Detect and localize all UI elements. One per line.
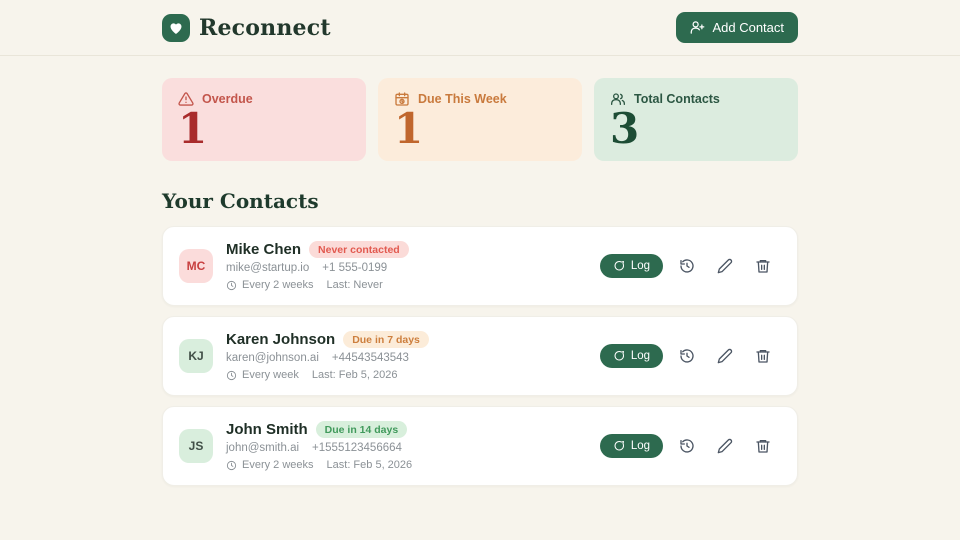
pencil-icon — [717, 438, 733, 454]
contact-email: karen@johnson.ai — [226, 352, 319, 364]
add-contact-button[interactable]: Add Contact — [676, 12, 798, 43]
status-badge: Never contacted — [309, 241, 409, 258]
contact-card-karen-johnson: KJ Karen Johnson Due in 7 days karen@joh… — [162, 316, 798, 396]
contact-email: mike@startup.io — [226, 262, 310, 274]
stat-label: Due This Week — [418, 92, 507, 106]
app-title: Reconnect — [199, 14, 331, 41]
contact-last: Last: Never — [326, 279, 383, 291]
contact-name: John Smith — [226, 421, 308, 438]
stat-card-due-this-week: Due This Week 1 — [378, 78, 582, 161]
history-button[interactable] — [673, 252, 701, 280]
trash-icon — [755, 348, 771, 364]
delete-button[interactable] — [749, 432, 777, 460]
contact-list: MC Mike Chen Never contacted mike@startu… — [162, 226, 798, 486]
pencil-icon — [717, 348, 733, 364]
stat-label: Overdue — [202, 92, 253, 106]
history-button[interactable] — [673, 432, 701, 460]
trash-icon — [755, 258, 771, 274]
contact-phone: +1 555-0199 — [322, 262, 388, 274]
stat-label: Total Contacts — [634, 92, 720, 106]
log-button[interactable]: Log — [599, 434, 663, 458]
contact-last: Last: Feb 5, 2026 — [326, 459, 413, 471]
history-button[interactable] — [673, 342, 701, 370]
contacts-section-heading: Your Contacts — [162, 189, 319, 213]
delete-button[interactable] — [749, 252, 777, 280]
contact-email: john@smith.ai — [226, 442, 300, 454]
log-button-label: Log — [630, 260, 650, 272]
avatar: MC — [179, 249, 213, 283]
avatar: KJ — [179, 339, 213, 373]
stat-card-overdue: Overdue 1 — [162, 78, 366, 161]
contact-frequency: Every 2 weeks — [242, 279, 314, 291]
status-badge: Due in 14 days — [315, 421, 408, 438]
edit-button[interactable] — [711, 342, 739, 370]
log-button[interactable]: Log — [599, 254, 663, 278]
contact-frequency: Every 2 weeks — [242, 459, 314, 471]
clock-icon — [226, 280, 237, 291]
log-button[interactable]: Log — [599, 344, 663, 368]
user-plus-icon — [690, 20, 705, 35]
add-contact-label: Add Contact — [712, 20, 784, 35]
clock-icon — [226, 370, 237, 381]
stat-card-total-contacts: Total Contacts 3 — [594, 78, 798, 161]
contact-card-john-smith: JS John Smith Due in 14 days john@smith.… — [162, 406, 798, 486]
log-button-label: Log — [630, 440, 650, 452]
contact-phone: +1555123456664 — [312, 442, 402, 454]
contact-name: Mike Chen — [226, 241, 302, 258]
main-content: Overdue 1 Due This Week 1 Total Contacts… — [162, 78, 798, 486]
log-button-label: Log — [630, 350, 650, 362]
chat-bubble-icon — [613, 440, 625, 452]
delete-button[interactable] — [749, 342, 777, 370]
heart-logo-icon — [162, 13, 190, 42]
edit-button[interactable] — [711, 432, 739, 460]
contact-card-mike-chen: MC Mike Chen Never contacted mike@startu… — [162, 226, 798, 306]
history-icon — [679, 438, 695, 454]
stat-value: 3 — [610, 104, 640, 153]
trash-icon — [755, 438, 771, 454]
status-badge: Due in 7 days — [343, 331, 429, 348]
edit-button[interactable] — [711, 252, 739, 280]
contact-last: Last: Feb 5, 2026 — [311, 369, 398, 381]
chat-bubble-icon — [613, 260, 625, 272]
history-icon — [679, 348, 695, 364]
app-header: Reconnect Add Contact — [0, 0, 960, 56]
contact-name: Karen Johnson — [226, 331, 336, 348]
history-icon — [679, 258, 695, 274]
stat-value: 1 — [178, 104, 208, 153]
stat-value: 1 — [394, 104, 424, 153]
chat-bubble-icon — [613, 350, 625, 362]
avatar: JS — [179, 429, 213, 463]
contact-frequency: Every week — [242, 369, 299, 381]
contact-phone: +44543543543 — [331, 352, 409, 364]
clock-icon — [226, 460, 237, 471]
pencil-icon — [717, 258, 733, 274]
stats-row: Overdue 1 Due This Week 1 Total Contacts… — [162, 78, 798, 161]
